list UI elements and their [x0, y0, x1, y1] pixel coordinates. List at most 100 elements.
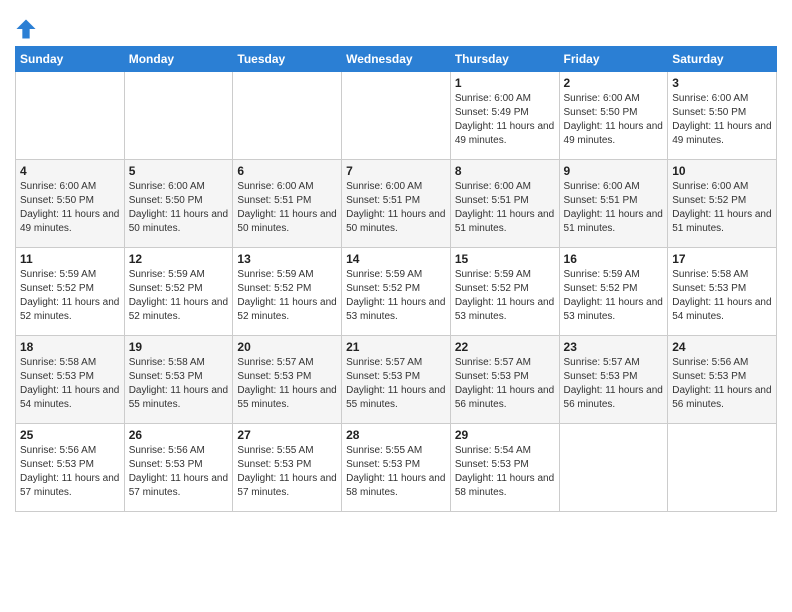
day-info: Sunrise: 5:54 AM Sunset: 5:53 PM Dayligh… — [455, 444, 555, 500]
calendar-cell: 21 Sunrise: 5:57 AM Sunset: 5:53 PM Dayli… — [342, 336, 451, 424]
calendar-cell: 2 Sunrise: 6:00 AM Sunset: 5:50 PM Daylig… — [559, 72, 668, 160]
day-number: 5 — [129, 164, 229, 178]
day-number: 3 — [672, 76, 772, 90]
calendar-cell: 19 Sunrise: 5:58 AM Sunset: 5:53 PM Dayli… — [124, 336, 233, 424]
calendar-cell: 28 Sunrise: 5:55 AM Sunset: 5:53 PM Dayli… — [342, 424, 451, 512]
logo — [15, 18, 41, 40]
day-info: Sunrise: 6:00 AM Sunset: 5:52 PM Dayligh… — [672, 180, 772, 236]
day-info: Sunrise: 5:59 AM Sunset: 5:52 PM Dayligh… — [564, 268, 664, 324]
calendar-cell: 1 Sunrise: 6:00 AM Sunset: 5:49 PM Daylig… — [450, 72, 559, 160]
day-number: 23 — [564, 340, 664, 354]
day-number: 21 — [346, 340, 446, 354]
day-number: 11 — [20, 252, 120, 266]
day-info: Sunrise: 5:55 AM Sunset: 5:53 PM Dayligh… — [237, 444, 337, 500]
calendar-week-4: 18 Sunrise: 5:58 AM Sunset: 5:53 PM Dayli… — [16, 336, 777, 424]
column-header-saturday: Saturday — [668, 47, 777, 72]
calendar-cell: 3 Sunrise: 6:00 AM Sunset: 5:50 PM Daylig… — [668, 72, 777, 160]
day-info: Sunrise: 6:00 AM Sunset: 5:50 PM Dayligh… — [129, 180, 229, 236]
calendar-cell: 29 Sunrise: 5:54 AM Sunset: 5:53 PM Dayli… — [450, 424, 559, 512]
calendar-cell — [559, 424, 668, 512]
calendar-cell: 25Sunrise: 5:56 AM Sunset: 5:53 PM Dayli… — [16, 424, 125, 512]
day-number: 8 — [455, 164, 555, 178]
day-info: Sunrise: 6:00 AM Sunset: 5:50 PM Dayligh… — [672, 92, 772, 148]
calendar-cell — [16, 72, 125, 160]
calendar-cell: 20 Sunrise: 5:57 AM Sunset: 5:53 PM Dayli… — [233, 336, 342, 424]
column-header-thursday: Thursday — [450, 47, 559, 72]
calendar-header-row: SundayMondayTuesdayWednesdayThursdayFrid… — [16, 47, 777, 72]
day-info: Sunrise: 6:00 AM Sunset: 5:50 PM Dayligh… — [564, 92, 664, 148]
day-number: 15 — [455, 252, 555, 266]
calendar-cell: 12 Sunrise: 5:59 AM Sunset: 5:52 PM Dayli… — [124, 248, 233, 336]
calendar-cell: 13 Sunrise: 5:59 AM Sunset: 5:52 PM Dayli… — [233, 248, 342, 336]
day-number: 18 — [20, 340, 120, 354]
day-number: 7 — [346, 164, 446, 178]
day-number: 24 — [672, 340, 772, 354]
calendar-cell: 22 Sunrise: 5:57 AM Sunset: 5:53 PM Dayli… — [450, 336, 559, 424]
day-number: 12 — [129, 252, 229, 266]
day-number: 9 — [564, 164, 664, 178]
calendar-cell — [124, 72, 233, 160]
day-info: Sunrise: 5:58 AM Sunset: 5:53 PM Dayligh… — [129, 356, 229, 412]
day-info: Sunrise: 5:58 AM Sunset: 5:53 PM Dayligh… — [672, 268, 772, 324]
column-header-tuesday: Tuesday — [233, 47, 342, 72]
day-info: Sunrise: 5:57 AM Sunset: 5:53 PM Dayligh… — [346, 356, 446, 412]
day-number: 28 — [346, 428, 446, 442]
day-info: Sunrise: 5:59 AM Sunset: 5:52 PM Dayligh… — [20, 268, 120, 324]
day-info: Sunrise: 5:59 AM Sunset: 5:52 PM Dayligh… — [237, 268, 337, 324]
day-number: 17 — [672, 252, 772, 266]
calendar-week-3: 11 Sunrise: 5:59 AM Sunset: 5:52 PM Dayli… — [16, 248, 777, 336]
day-number: 29 — [455, 428, 555, 442]
day-info: Sunrise: 5:56 AM Sunset: 5:53 PM Dayligh… — [672, 356, 772, 412]
calendar-cell: 27 Sunrise: 5:55 AM Sunset: 5:53 PM Dayli… — [233, 424, 342, 512]
day-info: Sunrise: 6:00 AM Sunset: 5:49 PM Dayligh… — [455, 92, 555, 148]
day-info: Sunrise: 6:00 AM Sunset: 5:51 PM Dayligh… — [455, 180, 555, 236]
calendar-cell — [233, 72, 342, 160]
day-number: 13 — [237, 252, 337, 266]
calendar-cell: 17 Sunrise: 5:58 AM Sunset: 5:53 PM Dayli… — [668, 248, 777, 336]
column-header-wednesday: Wednesday — [342, 47, 451, 72]
day-number: 20 — [237, 340, 337, 354]
day-info: Sunrise: 5:55 AM Sunset: 5:53 PM Dayligh… — [346, 444, 446, 500]
day-info: Sunrise: 5:56 AM Sunset: 5:53 PM Dayligh… — [129, 444, 229, 500]
calendar-cell: 14 Sunrise: 5:59 AM Sunset: 5:52 PM Dayli… — [342, 248, 451, 336]
calendar-cell — [342, 72, 451, 160]
day-number: 10 — [672, 164, 772, 178]
calendar-cell: 26 Sunrise: 5:56 AM Sunset: 5:53 PM Dayli… — [124, 424, 233, 512]
calendar-cell: 5 Sunrise: 6:00 AM Sunset: 5:50 PM Daylig… — [124, 160, 233, 248]
calendar-cell: 18 Sunrise: 5:58 AM Sunset: 5:53 PM Dayli… — [16, 336, 125, 424]
day-info: Sunrise: 5:57 AM Sunset: 5:53 PM Dayligh… — [455, 356, 555, 412]
day-number: 1 — [455, 76, 555, 90]
day-info: Sunrise: 5:59 AM Sunset: 5:52 PM Dayligh… — [346, 268, 446, 324]
calendar-cell: 9 Sunrise: 6:00 AM Sunset: 5:51 PM Daylig… — [559, 160, 668, 248]
column-header-sunday: Sunday — [16, 47, 125, 72]
logo-icon — [15, 18, 37, 40]
calendar-week-1: 1 Sunrise: 6:00 AM Sunset: 5:49 PM Daylig… — [16, 72, 777, 160]
day-info: Sunrise: 5:56 AM Sunset: 5:53 PM Dayligh… — [20, 444, 120, 500]
calendar-cell: 7Sunrise: 6:00 AM Sunset: 5:51 PM Daylig… — [342, 160, 451, 248]
calendar-cell: 6Sunrise: 6:00 AM Sunset: 5:51 PM Daylig… — [233, 160, 342, 248]
calendar-cell: 23Sunrise: 5:57 AM Sunset: 5:53 PM Dayli… — [559, 336, 668, 424]
day-number: 27 — [237, 428, 337, 442]
day-info: Sunrise: 5:57 AM Sunset: 5:53 PM Dayligh… — [237, 356, 337, 412]
calendar-cell — [668, 424, 777, 512]
day-number: 19 — [129, 340, 229, 354]
day-number: 22 — [455, 340, 555, 354]
calendar-table: SundayMondayTuesdayWednesdayThursdayFrid… — [15, 46, 777, 512]
day-info: Sunrise: 5:59 AM Sunset: 5:52 PM Dayligh… — [455, 268, 555, 324]
day-number: 14 — [346, 252, 446, 266]
day-info: Sunrise: 5:59 AM Sunset: 5:52 PM Dayligh… — [129, 268, 229, 324]
day-number: 26 — [129, 428, 229, 442]
calendar-cell: 15 Sunrise: 5:59 AM Sunset: 5:52 PM Dayli… — [450, 248, 559, 336]
day-info: Sunrise: 6:00 AM Sunset: 5:51 PM Dayligh… — [564, 180, 664, 236]
day-number: 2 — [564, 76, 664, 90]
day-number: 16 — [564, 252, 664, 266]
calendar-cell: 11 Sunrise: 5:59 AM Sunset: 5:52 PM Dayli… — [16, 248, 125, 336]
day-number: 4 — [20, 164, 120, 178]
column-header-monday: Monday — [124, 47, 233, 72]
calendar-cell: 8 Sunrise: 6:00 AM Sunset: 5:51 PM Daylig… — [450, 160, 559, 248]
day-info: Sunrise: 6:00 AM Sunset: 5:51 PM Dayligh… — [237, 180, 337, 236]
day-info: Sunrise: 6:00 AM Sunset: 5:50 PM Dayligh… — [20, 180, 120, 236]
calendar-cell: 24 Sunrise: 5:56 AM Sunset: 5:53 PM Dayli… — [668, 336, 777, 424]
day-info: Sunrise: 5:58 AM Sunset: 5:53 PM Dayligh… — [20, 356, 120, 412]
calendar-week-5: 25Sunrise: 5:56 AM Sunset: 5:53 PM Dayli… — [16, 424, 777, 512]
